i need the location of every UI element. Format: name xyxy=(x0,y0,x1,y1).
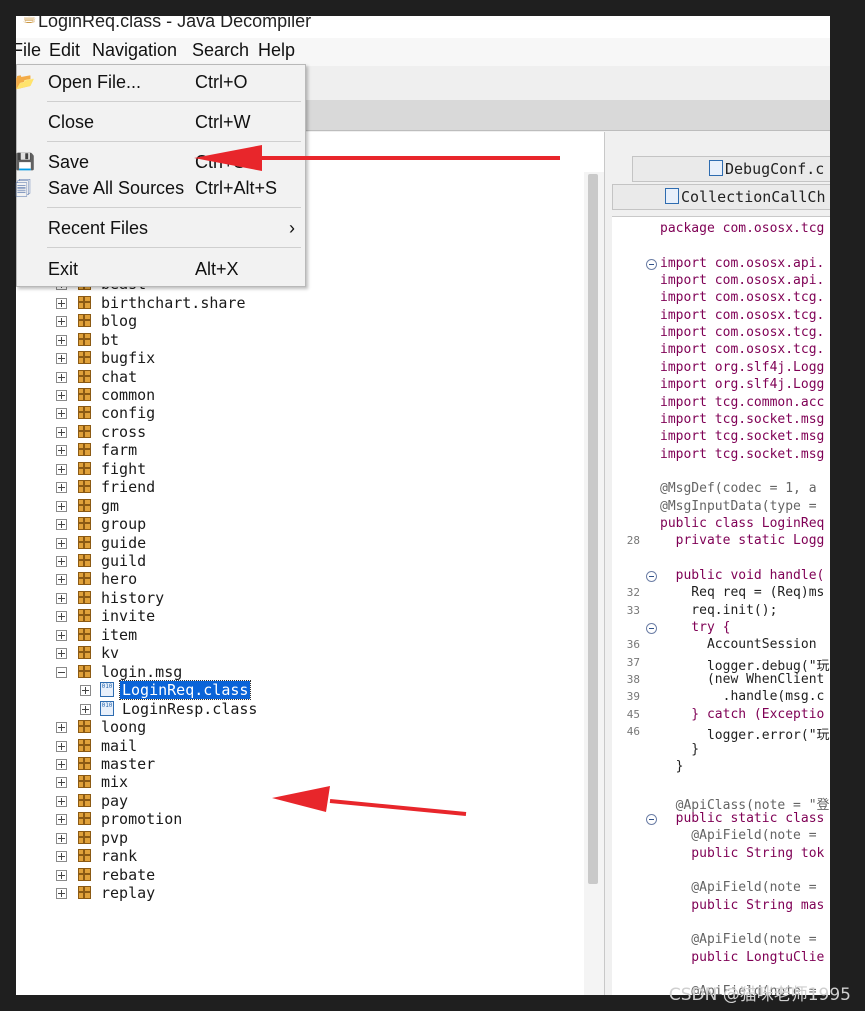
arrow-to-loginreq xyxy=(272,786,467,816)
arrow-to-save xyxy=(194,145,560,171)
annotation-arrows xyxy=(194,145,560,816)
watermark-text: CSDN @猫咪老师1995 xyxy=(668,985,851,1005)
